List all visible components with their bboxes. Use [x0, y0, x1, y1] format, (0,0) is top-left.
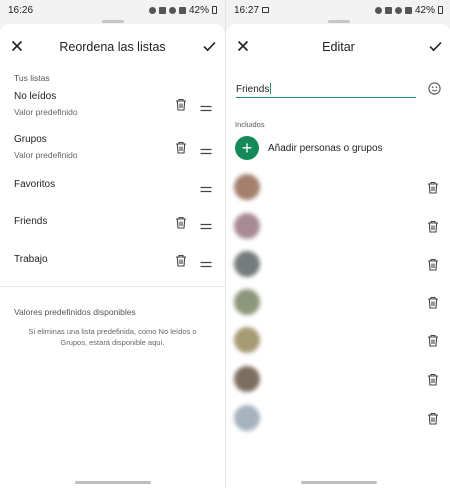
section-divider	[0, 286, 225, 287]
member-row[interactable]	[226, 289, 450, 319]
section-label-your-lists: Tus listas	[14, 73, 50, 83]
available-defaults-note: Si eliminas una lista predefinida, como …	[28, 327, 197, 347]
text-caret	[270, 83, 272, 94]
avatar	[234, 327, 260, 353]
status-bar: 16:26 42%	[0, 0, 225, 20]
member-row[interactable]	[226, 366, 450, 396]
list-item-subtitle: Valor predefinido	[14, 150, 78, 160]
list-item[interactable]: No leídos Valor predefinido	[0, 88, 225, 124]
trash-icon[interactable]	[175, 141, 187, 154]
mute-icon	[158, 6, 166, 14]
member-row[interactable]	[226, 405, 450, 435]
alarm-icon	[148, 6, 156, 14]
list-item-name: Grupos	[14, 134, 47, 145]
status-time: 16:26	[8, 4, 34, 16]
gallery-icon	[262, 7, 270, 13]
status-bar: 16:27 42%	[226, 0, 450, 20]
list-item-subtitle: Valor predefinido	[14, 107, 78, 117]
reorder-lists-screen: 16:26 42% Reordena las listas Tus listas…	[0, 0, 225, 488]
drag-handle-icon[interactable]	[200, 181, 212, 193]
status-time: 16:27	[234, 4, 260, 16]
drag-handle-icon[interactable]	[200, 100, 212, 112]
avatar	[234, 213, 260, 239]
list-item-name: Friends	[14, 216, 48, 227]
trash-icon[interactable]	[175, 216, 187, 229]
drag-handle-icon[interactable]	[200, 143, 212, 155]
sheet-handle[interactable]	[101, 20, 124, 23]
avatar	[234, 251, 260, 277]
add-people-or-groups-button[interactable]: + Añadir personas o grupos	[226, 136, 450, 162]
list-item[interactable]: Friends	[0, 213, 225, 249]
trash-icon[interactable]	[427, 258, 439, 271]
wifi-icon	[168, 6, 176, 14]
list-item-name: Trabajo	[14, 254, 48, 265]
home-indicator	[300, 481, 377, 484]
edit-list-screen: 16:27 42% Editar Friends Incluidos + Aña…	[226, 0, 450, 488]
trash-icon[interactable]	[427, 296, 439, 309]
wifi-icon	[394, 6, 402, 14]
home-indicator	[74, 481, 151, 484]
list-item[interactable]: Grupos Valor predefinido	[0, 131, 225, 167]
status-icons: 42%	[148, 4, 217, 16]
list-name-input[interactable]: Friends	[236, 80, 416, 98]
list-item-name: No leídos	[14, 91, 57, 102]
signal-icon	[404, 6, 412, 14]
trash-icon[interactable]	[427, 373, 439, 386]
trash-icon[interactable]	[427, 334, 439, 347]
list-item[interactable]: Favoritos	[0, 176, 225, 212]
battery-icon	[212, 6, 217, 14]
drag-handle-icon[interactable]	[200, 256, 212, 268]
list-item-name: Favoritos	[14, 179, 56, 190]
page-title: Editar	[322, 40, 355, 54]
avatar	[234, 174, 260, 200]
status-icons: 42%	[374, 4, 443, 16]
add-people-label: Añadir personas o grupos	[268, 143, 383, 154]
signal-icon	[178, 6, 186, 14]
avatar	[234, 366, 260, 392]
available-defaults-label: Valores predefinidos disponibles	[14, 307, 136, 317]
emoji-icon[interactable]	[428, 82, 441, 95]
list-name-value: Friends	[236, 84, 270, 95]
battery-icon	[438, 6, 443, 14]
list-item[interactable]: Trabajo	[0, 251, 225, 287]
member-row[interactable]	[226, 213, 450, 243]
drag-handle-icon[interactable]	[200, 218, 212, 230]
mute-icon	[384, 6, 392, 14]
member-row[interactable]	[226, 251, 450, 281]
included-label: Incluidos	[235, 120, 265, 129]
sheet-handle[interactable]	[327, 20, 350, 23]
close-icon[interactable]	[235, 38, 251, 54]
close-icon[interactable]	[9, 38, 25, 54]
trash-icon[interactable]	[175, 254, 187, 267]
page-title: Reordena las listas	[59, 40, 166, 54]
avatar	[234, 289, 260, 315]
trash-icon[interactable]	[427, 412, 439, 425]
member-row[interactable]	[226, 327, 450, 357]
app-bar: Editar	[226, 34, 450, 60]
battery-percent: 42%	[414, 4, 435, 16]
check-icon[interactable]	[201, 38, 217, 54]
app-bar: Reordena las listas	[0, 34, 225, 60]
plus-icon: +	[235, 136, 259, 160]
trash-icon[interactable]	[427, 220, 439, 233]
avatar	[234, 405, 260, 431]
battery-percent: 42%	[188, 4, 209, 16]
member-row[interactable]	[226, 174, 450, 204]
trash-icon[interactable]	[427, 181, 439, 194]
alarm-icon	[374, 6, 382, 14]
check-icon[interactable]	[427, 38, 443, 54]
trash-icon[interactable]	[175, 98, 187, 111]
